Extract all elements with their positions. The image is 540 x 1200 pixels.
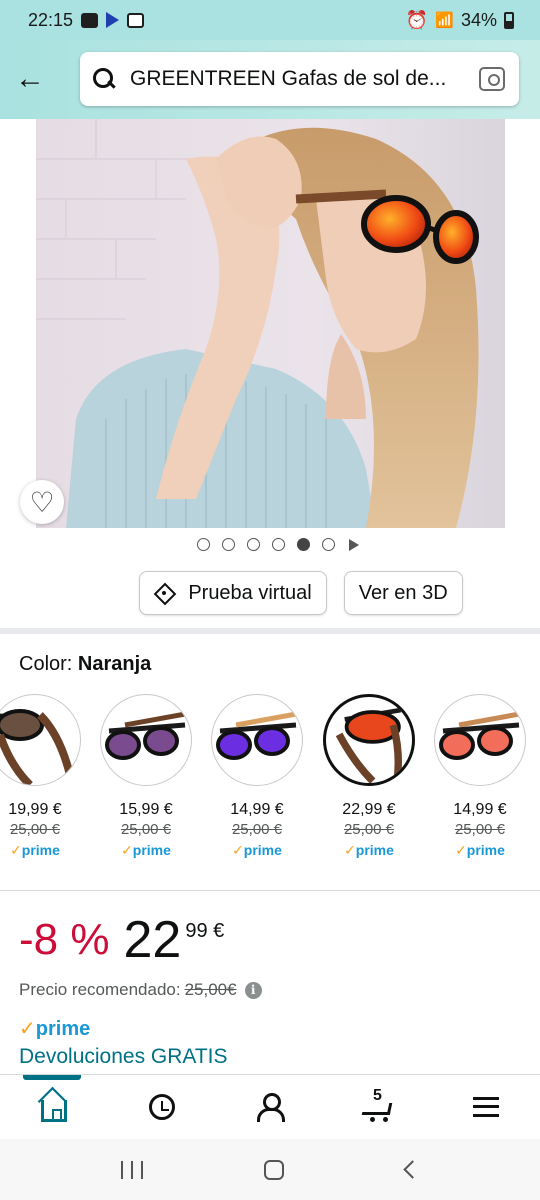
view-actions: Prueba virtual Ver en 3D bbox=[0, 571, 540, 615]
recommended-price-label: Precio recomendado: bbox=[19, 980, 181, 999]
section-divider bbox=[0, 890, 540, 891]
status-right: ⏰ 📶 34% bbox=[406, 10, 514, 31]
nav-history[interactable] bbox=[132, 1082, 192, 1132]
system-back-icon[interactable] bbox=[403, 1160, 422, 1179]
swatch-old-price: 25,00 € bbox=[454, 821, 506, 838]
color-swatch[interactable]: 14,99 € 25,00 € ✓prime bbox=[434, 694, 526, 859]
swatch-image bbox=[100, 694, 192, 786]
recommended-price: Precio recomendado: 25,00€ i bbox=[19, 980, 262, 1000]
recents-icon[interactable] bbox=[120, 1160, 143, 1179]
menu-icon bbox=[473, 1096, 499, 1117]
status-time: 22:15 bbox=[28, 9, 74, 30]
price-fraction: 99 € bbox=[185, 920, 225, 942]
recommended-price-value: 25,00€ bbox=[184, 980, 237, 999]
carousel-dot[interactable] bbox=[322, 538, 335, 551]
swatch-image bbox=[434, 694, 526, 786]
virtual-tryon-button[interactable]: Prueba virtual bbox=[139, 571, 327, 615]
account-icon bbox=[257, 1092, 285, 1122]
bottom-navigation: 5 bbox=[0, 1074, 540, 1138]
image-icon bbox=[127, 12, 145, 28]
status-left: 22:15 bbox=[28, 9, 145, 31]
swatch-price: 14,99 € bbox=[453, 801, 507, 818]
product-photo bbox=[36, 119, 505, 528]
swatch-old-price: 25,00 € bbox=[231, 821, 283, 838]
carousel-dot[interactable] bbox=[272, 538, 285, 551]
carousel-dot-active[interactable] bbox=[297, 538, 310, 551]
swatch-old-price: 25,00 € bbox=[9, 821, 61, 838]
swatch-old-price: 25,00 € bbox=[343, 821, 395, 838]
search-query[interactable]: GREENTREEN Gafas de sol de... bbox=[130, 67, 467, 91]
prime-logo: ✓prime bbox=[19, 1018, 91, 1040]
home-icon bbox=[41, 1099, 67, 1122]
history-icon bbox=[149, 1093, 175, 1120]
swatch-image bbox=[0, 694, 81, 786]
nav-cart[interactable]: 5 bbox=[348, 1082, 408, 1132]
nav-active-indicator bbox=[23, 1075, 81, 1080]
swatch-price: 14,99 € bbox=[230, 801, 284, 818]
price-whole: 22 bbox=[123, 911, 182, 969]
color-swatch[interactable]: 15,99 € 25,00 € ✓prime bbox=[100, 694, 192, 859]
wishlist-heart-icon[interactable]: ♡ bbox=[20, 480, 64, 524]
nav-home[interactable] bbox=[24, 1082, 84, 1132]
color-swatches: 19,99 € 25,00 € ✓prime 15,99 € 25,00 € ✓… bbox=[0, 694, 540, 874]
camera-search-icon[interactable] bbox=[479, 67, 505, 91]
swatch-prime-badge: ✓prime bbox=[10, 842, 60, 858]
color-label-prefix: Color: bbox=[19, 653, 73, 675]
swatch-price: 19,99 € bbox=[8, 801, 62, 818]
search-header: ← GREENTREEN Gafas de sol de... bbox=[0, 40, 540, 119]
status-battery-text: 34% bbox=[460, 9, 497, 30]
cart-icon: 5 bbox=[361, 1087, 395, 1122]
swatch-image bbox=[211, 694, 303, 786]
view-3d-label: Ver en 3D bbox=[358, 581, 448, 604]
nav-account[interactable] bbox=[240, 1082, 300, 1132]
battery-icon bbox=[504, 11, 514, 29]
carousel-dot[interactable] bbox=[247, 538, 260, 551]
virtual-tryon-label: Prueba virtual bbox=[188, 581, 312, 604]
carousel-dot[interactable] bbox=[222, 538, 235, 551]
nav-menu[interactable] bbox=[456, 1082, 516, 1132]
swatch-price: 22,99 € bbox=[342, 801, 396, 818]
video-play-icon[interactable] bbox=[349, 538, 359, 551]
swatch-old-price: 25,00 € bbox=[120, 821, 172, 838]
color-swatch[interactable]: 19,99 € 25,00 € ✓prime bbox=[0, 694, 81, 859]
search-input[interactable]: GREENTREEN Gafas de sol de... bbox=[80, 52, 519, 106]
product-image[interactable] bbox=[36, 119, 505, 528]
cart-count: 5 bbox=[373, 1086, 382, 1104]
image-carousel-dots bbox=[0, 538, 540, 551]
swatch-prime-badge: ✓prime bbox=[344, 842, 394, 858]
price-block: -8 % 22 99 € bbox=[19, 912, 224, 968]
play-icon bbox=[106, 12, 120, 28]
color-swatch[interactable]: 14,99 € 25,00 € ✓prime bbox=[211, 694, 303, 859]
notification-icon bbox=[81, 12, 99, 28]
swatch-image bbox=[323, 694, 415, 786]
color-selected-value: Naranja bbox=[77, 653, 152, 675]
swatch-prime-badge: ✓prime bbox=[455, 842, 505, 858]
status-bar: 22:15 ⏰ 📶 34% bbox=[0, 0, 540, 40]
ar-cube-icon bbox=[154, 583, 174, 603]
swatch-prime-badge: ✓prime bbox=[232, 842, 282, 858]
system-navigation-bar bbox=[0, 1139, 540, 1200]
free-returns-link[interactable]: Devoluciones GRATIS bbox=[19, 1045, 228, 1069]
search-icon bbox=[92, 67, 116, 91]
wifi-icon: 📶 bbox=[435, 12, 454, 29]
back-arrow-icon[interactable]: ← bbox=[10, 58, 50, 100]
section-divider bbox=[0, 628, 540, 634]
discount-percent: -8 % bbox=[19, 915, 110, 964]
color-swatch-selected[interactable]: 22,99 € 25,00 € ✓prime bbox=[323, 694, 415, 859]
info-icon[interactable]: i bbox=[244, 981, 262, 999]
color-label: Color: Naranja bbox=[19, 653, 151, 676]
system-home-icon[interactable] bbox=[264, 1159, 285, 1180]
view-3d-button[interactable]: Ver en 3D bbox=[343, 571, 463, 615]
swatch-prime-badge: ✓prime bbox=[121, 842, 171, 858]
carousel-dot[interactable] bbox=[197, 538, 210, 551]
swatch-price: 15,99 € bbox=[119, 801, 173, 818]
alarm-icon: ⏰ bbox=[405, 9, 429, 30]
